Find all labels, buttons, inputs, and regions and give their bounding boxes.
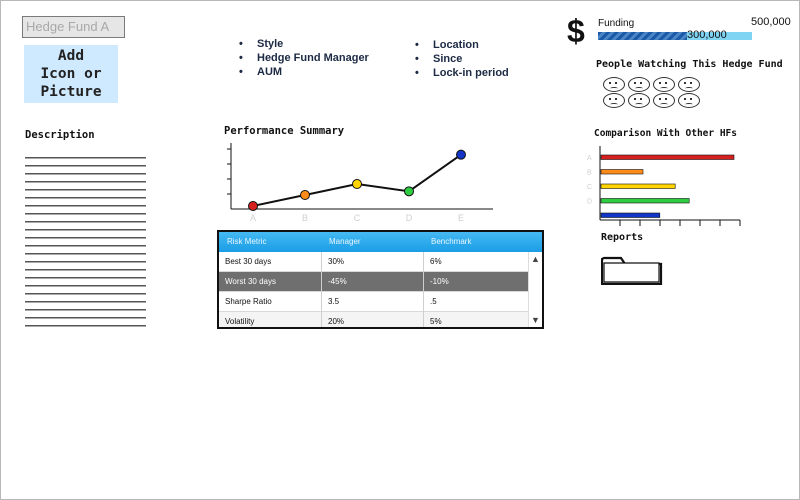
cell: 20% — [321, 312, 423, 327]
y-tick-label: D — [587, 199, 592, 206]
detail-manager: Hedge Fund Manager — [239, 51, 369, 65]
performance-title: Performance Summary — [224, 125, 345, 137]
cell: .5 — [423, 292, 528, 312]
x-tick-label: A — [250, 213, 256, 223]
y-tick-label: B — [587, 170, 592, 177]
description-text-placeholder — [25, 151, 146, 331]
bar — [600, 212, 661, 218]
bar — [600, 169, 644, 175]
watcher-avatar[interactable] — [628, 93, 650, 108]
watcher-avatar[interactable] — [678, 77, 700, 92]
folder-icon[interactable] — [601, 255, 663, 285]
bar — [600, 154, 735, 160]
detail-aum: AUM — [239, 65, 369, 79]
y-tick-label: C — [587, 184, 592, 191]
x-tick-label: D — [406, 213, 413, 223]
scroll-up-icon[interactable]: ▲ — [531, 254, 540, 264]
watchers-avatars[interactable] — [603, 77, 703, 108]
risk-table-header: Risk Metric Manager Benchmark — [219, 232, 542, 252]
watcher-avatar[interactable] — [603, 93, 625, 108]
watcher-avatar[interactable] — [678, 93, 700, 108]
watcher-avatar[interactable] — [653, 93, 675, 108]
detail-location: Location — [415, 38, 509, 52]
risk-table[interactable]: Risk Metric Manager Benchmark Best 30 da… — [217, 230, 544, 329]
cell: -10% — [423, 272, 528, 292]
watching-title: People Watching This Hedge Fund — [596, 59, 783, 70]
fund-details-list-2: Location Since Lock-in period — [415, 38, 509, 80]
detail-lockin: Lock-in period — [415, 66, 509, 80]
y-tick-label: A — [587, 155, 592, 162]
page-frame: Hedge Fund A Add Icon or Picture Style H… — [0, 0, 800, 500]
cell: -45% — [321, 272, 423, 292]
data-point — [248, 201, 258, 211]
performance-line-chart: A B C D E — [227, 143, 493, 223]
reports-title: Reports — [601, 232, 644, 243]
add-icon-line: Icon or — [40, 66, 102, 82]
scroll-down-icon[interactable]: ▼ — [531, 315, 540, 325]
comparison-bar-chart: A BC D — [587, 146, 741, 226]
watcher-avatar[interactable] — [653, 77, 675, 92]
x-tick-label: B — [302, 213, 308, 223]
cell: 5% — [423, 312, 528, 327]
cell: 3.5 — [321, 292, 423, 312]
column-header: Benchmark — [431, 237, 472, 246]
table-scrollbar[interactable]: ▲ ▼ — [528, 252, 540, 327]
table-row[interactable]: Worst 30 days -45% -10% — [219, 272, 528, 292]
comparison-title: Comparison With Other HFs — [594, 128, 737, 139]
data-point — [404, 186, 414, 197]
cell: Volatility — [225, 317, 255, 326]
detail-since: Since — [415, 52, 509, 66]
funding-progress-fill — [598, 32, 688, 40]
add-icon-line: Picture — [40, 84, 102, 100]
funding-max: 500,000 — [751, 16, 791, 28]
table-row[interactable]: Best 30 days 30% 6% — [219, 252, 528, 272]
watcher-avatar[interactable] — [603, 77, 625, 92]
cell: Worst 30 days — [225, 277, 276, 286]
watcher-avatar[interactable] — [628, 77, 650, 92]
data-point — [300, 190, 310, 200]
add-icon-placeholder[interactable]: Add Icon or Picture — [24, 45, 118, 103]
dollar-icon: $ — [567, 13, 585, 49]
table-row[interactable]: Sharpe Ratio 3.5 .5 — [219, 292, 528, 312]
x-tick-label: E — [458, 213, 464, 223]
column-header: Manager — [329, 237, 361, 246]
add-icon-line: Add — [57, 48, 85, 64]
fund-name-field[interactable]: Hedge Fund A — [22, 16, 125, 38]
cell: 30% — [321, 252, 423, 272]
data-point — [456, 149, 466, 160]
bar — [600, 183, 676, 189]
cell: Sharpe Ratio — [225, 297, 272, 306]
bar — [600, 198, 690, 204]
data-point — [352, 179, 362, 189]
cell: Best 30 days — [225, 257, 272, 266]
fund-details-list: Style Hedge Fund Manager AUM — [239, 37, 369, 79]
detail-style: Style — [239, 37, 369, 51]
description-title: Description — [25, 129, 95, 141]
cell: 6% — [423, 252, 528, 272]
x-tick-label: C — [354, 213, 361, 223]
funding-progress-bar — [598, 32, 752, 40]
column-header: Risk Metric — [227, 237, 267, 246]
table-row[interactable]: Volatility 20% 5% — [219, 312, 528, 327]
funding-label: Funding — [598, 18, 635, 29]
funding-current: 300,000 — [687, 29, 727, 41]
